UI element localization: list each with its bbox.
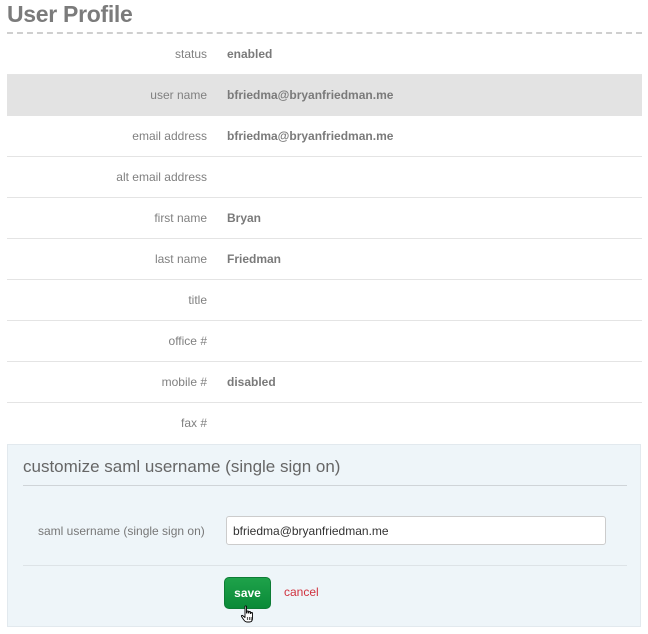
row-value: enabled [227,47,273,61]
saml-username-input[interactable] [226,516,606,545]
saml-username-panel: customize saml username (single sign on)… [7,444,641,627]
row-label: last name [154,252,207,266]
saml-username-label: saml username (single sign on) [38,524,205,538]
row-value: Bryan [227,211,262,225]
row-label: fax # [180,416,207,430]
page-title: User Profile [7,1,133,27]
row-first-name: first name Bryan [7,198,642,239]
row-title: title [7,280,642,321]
row-label: alt email address [116,170,207,184]
hand-pointer-icon [240,605,253,623]
row-value: bfriedma@bryanfriedman.me [227,88,394,102]
row-label: mobile # [161,375,207,389]
row-value: bfriedma@bryanfriedman.me [227,129,394,143]
cancel-link[interactable]: cancel [284,585,319,599]
row-label: office # [168,334,207,348]
row-last-name: last name Friedman [7,239,642,280]
row-fax-number: fax # [7,403,642,443]
panel-title: customize saml username (single sign on) [23,457,341,476]
row-label: status [174,47,207,61]
row-label: user name [150,88,207,102]
row-user-name: user name bfriedma@bryanfriedman.me [7,75,642,116]
row-email-address: email address bfriedma@bryanfriedman.me [7,116,642,157]
row-label: email address [132,129,207,143]
row-value: Friedman [227,252,282,266]
panel-divider [23,485,627,486]
row-label: first name [154,211,207,225]
panel-divider-bottom [23,565,627,566]
row-value: disabled [227,375,276,389]
row-alt-email-address: alt email address [7,157,642,198]
row-label: title [188,293,207,307]
profile-table: status enabled user name bfriedma@bryanf… [7,34,642,443]
row-mobile-number: mobile # disabled [7,362,642,403]
row-status: status enabled [7,34,642,75]
row-office-number: office # [7,321,642,362]
